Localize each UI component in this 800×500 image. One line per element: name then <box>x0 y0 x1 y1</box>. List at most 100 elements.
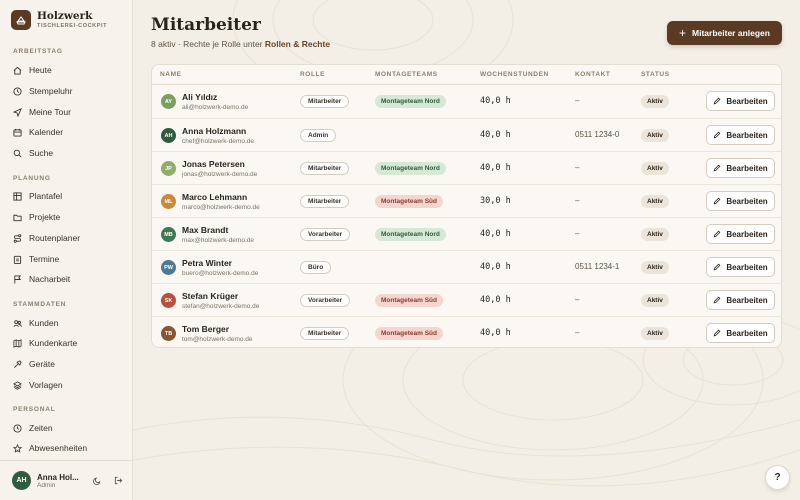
edit-button[interactable]: Bearbeiten <box>706 158 775 178</box>
contact: – <box>575 163 580 172</box>
table-row: JP Jonas Petersen jonas@holzwerk-demo.de Mi… <box>152 151 781 184</box>
sidebar-item-termine[interactable]: Termine <box>13 252 59 266</box>
employee-name: Marco Lehmann <box>182 192 248 202</box>
sidebar-item-routenplaner[interactable]: Routenplaner <box>13 231 80 245</box>
search-icon <box>13 149 22 157</box>
employee-email: marco@holzwerk-demo.de <box>182 204 260 211</box>
add-employee-button[interactable]: + Mitarbeiter anlegen <box>667 21 782 45</box>
pencil-icon <box>713 131 721 139</box>
avatar: AH <box>161 128 176 143</box>
employee-name: Max Brandt <box>182 225 229 235</box>
employee-email: stefan@holzwerk-demo.de <box>182 303 260 310</box>
role-badge: Mitarbeiter <box>300 195 350 208</box>
sidebar-item-meine-tour[interactable]: Meine Tour <box>13 105 71 119</box>
layers-icon <box>13 380 22 390</box>
team-badge: Montageteam Nord <box>375 228 446 241</box>
sidebar-item-vorlagen[interactable]: Vorlagen <box>13 378 63 392</box>
sidebar-item-label: Zeiten <box>29 423 53 433</box>
employee-email: buero@holzwerk-demo.de <box>182 270 259 277</box>
sidebar-item-zeiten[interactable]: Zeiten <box>13 421 53 435</box>
clipboard-icon <box>13 255 22 264</box>
pencil-icon <box>713 164 721 172</box>
weekly-hours: 40,0 h <box>480 229 511 239</box>
employee-name: Jonas Petersen <box>182 159 245 169</box>
flag-icon <box>14 274 22 284</box>
sidebar-item-suche[interactable]: Suche <box>13 146 53 160</box>
sidebar-item-abwesenheiten[interactable]: Abwesenheiten <box>13 441 87 455</box>
edit-button[interactable]: Bearbeiten <box>706 191 775 211</box>
avatar[interactable]: AH <box>12 471 31 490</box>
home-icon <box>13 66 22 75</box>
team-badge: Montageteam Süd <box>375 327 443 340</box>
theme-toggle-button[interactable] <box>91 475 103 487</box>
pencil-icon <box>713 97 721 105</box>
weekly-hours: 40,0 h <box>480 96 511 106</box>
column-header-contact[interactable]: KONTAKT <box>575 71 611 78</box>
moon-icon <box>92 477 100 485</box>
column-header-hours[interactable]: WOCHENSTUNDEN <box>480 71 549 78</box>
hammer-icon <box>14 359 22 368</box>
table-row: TB Tom Berger tom@holzwerk-demo.de Mitarbei… <box>152 316 781 347</box>
employee-email: jonas@holzwerk-demo.de <box>182 171 258 178</box>
table-row: PW Petra Winter buero@holzwerk-demo.de Büro… <box>152 250 781 283</box>
pencil-icon <box>713 296 721 304</box>
employee-name: Petra Winter <box>182 258 232 268</box>
employee-email: tom@holzwerk-demo.de <box>182 336 253 343</box>
sidebar-item-nacharbeit[interactable]: Nacharbeit <box>13 272 70 286</box>
sidebar-item-label: Plantafel <box>29 191 63 201</box>
status-badge: Aktiv <box>641 95 669 108</box>
role-badge: Mitarbeiter <box>300 327 350 340</box>
help-button[interactable]: ? <box>765 465 790 490</box>
sidebar-item-label: Vorlagen <box>29 380 63 390</box>
sidebar-item-kalender[interactable]: Kalender <box>13 125 63 139</box>
avatar: TB <box>161 326 176 341</box>
team-badge: Montageteam Süd <box>375 294 443 307</box>
sidebar-item-label: Kunden <box>29 318 59 328</box>
edit-button[interactable]: Bearbeiten <box>706 91 775 111</box>
column-header-name[interactable]: NAME <box>160 71 182 78</box>
edit-button[interactable]: Bearbeiten <box>706 257 775 277</box>
sidebar: Holzwerk TISCHLEREI-COCKPIT ARBEITSTAG H… <box>0 0 133 500</box>
column-header-teams[interactable]: MONTAGETEAMS <box>375 71 438 78</box>
sidebar-item-kunden[interactable]: Kunden <box>13 316 58 330</box>
employee-name: Tom Berger <box>182 324 230 334</box>
sidebar-item-label: Heute <box>29 65 52 75</box>
roles-rights-link[interactable]: Rollen & Rechte <box>265 39 330 49</box>
logout-button[interactable] <box>112 475 124 487</box>
sidebar-item-heute[interactable]: Heute <box>13 63 52 77</box>
avatar: PW <box>161 260 176 275</box>
sidebar-item-geraete[interactable]: Geräte <box>13 357 55 371</box>
status-badge: Aktiv <box>641 294 669 307</box>
team-badge: Montageteam Nord <box>375 162 446 175</box>
role-badge: Büro <box>300 261 332 274</box>
plus-icon: + <box>679 26 687 40</box>
employee-email: chef@holzwerk-demo.de <box>182 138 254 145</box>
edit-button[interactable]: Bearbeiten <box>706 224 775 244</box>
subtitle-text: 8 aktiv · Rechte je Rolle unter <box>151 39 263 49</box>
edit-label: Bearbeiten <box>726 328 768 338</box>
sidebar-item-plantafel[interactable]: Plantafel <box>13 189 62 203</box>
page-subtitle: 8 aktiv · Rechte je Rolle unter Rollen &… <box>151 39 330 49</box>
weekly-hours: 40,0 h <box>480 130 511 140</box>
sidebar-item-label: Suche <box>29 148 54 158</box>
logout-icon <box>114 476 122 485</box>
contact: – <box>575 295 580 304</box>
edit-button[interactable]: Bearbeiten <box>706 290 775 310</box>
edit-button[interactable]: Bearbeiten <box>706 125 775 145</box>
user-name: Anna Hol... <box>37 472 79 482</box>
sidebar-item-stempeluhr[interactable]: Stempeluhr <box>13 84 72 98</box>
edit-button[interactable]: Bearbeiten <box>706 323 775 343</box>
sidebar-item-projekte[interactable]: Projekte <box>13 210 60 224</box>
role-badge: Vorarbeiter <box>300 294 351 307</box>
role-badge: Mitarbeiter <box>300 162 350 175</box>
sidebar-item-kundenkarte[interactable]: Kundenkarte <box>13 336 77 350</box>
edit-label: Bearbeiten <box>726 130 768 140</box>
brand[interactable]: Holzwerk TISCHLEREI-COCKPIT <box>11 10 107 30</box>
brand-subtitle: TISCHLEREI-COCKPIT <box>37 23 108 29</box>
weekly-hours: 40,0 h <box>480 295 511 305</box>
column-header-role[interactable]: ROLLE <box>300 71 325 78</box>
edit-label: Bearbeiten <box>726 262 768 272</box>
clock-icon <box>13 86 22 96</box>
column-header-status[interactable]: STATUS <box>641 71 670 78</box>
grid-icon <box>13 191 22 201</box>
